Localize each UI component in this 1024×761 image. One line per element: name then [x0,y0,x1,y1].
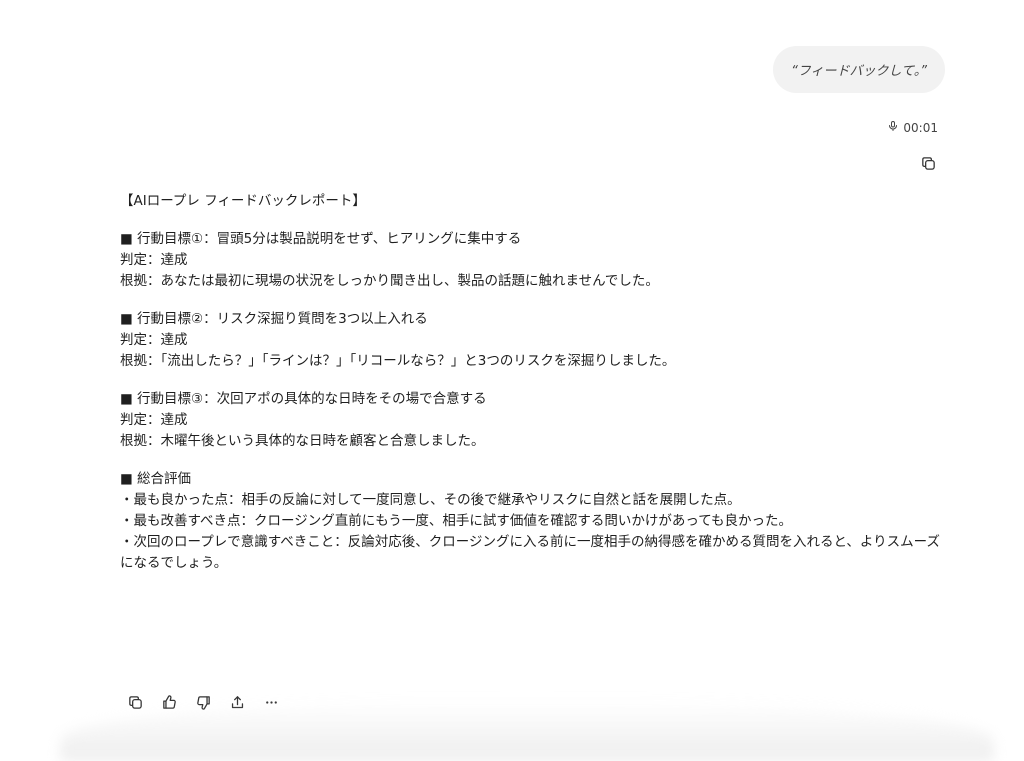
copy-user-message-button[interactable] [918,155,938,175]
goal-verdict: 判定：達成 [120,332,188,348]
report-heading: 【AIロープレ フィードバックレポート】 [120,193,366,209]
summary-improve: ・最も改善すべき点：クロージング直前にもう一度、相手に試す価値を確認する問いかけ… [120,513,793,529]
voice-duration-label: 00:01 [903,120,938,135]
assistant-message: 【AIロープレ フィードバックレポート】 ■ 行動目標①：冒頭5分は製品説明をせ… [120,191,950,574]
goal-3: ■ 行動目標③：次回アポの具体的な日時をその場で合意する 判定：達成 根拠：木曜… [120,389,950,452]
goal-reason: 根拠：「流出したら？」「ラインは？」「リコールなら？」と3つのリスクを深掘りしま… [120,353,676,369]
user-message-text: “フィードバックして。” [791,64,927,79]
goal-title: ■ 行動目標①：冒頭5分は製品説明をせず、ヒアリングに集中する [120,231,522,247]
goal-2: ■ 行動目標②：リスク深掘り質問を3つ以上入れる 判定：達成 根拠：「流出したら… [120,309,950,372]
goal-title: ■ 行動目標②：リスク深掘り質問を3つ以上入れる [120,311,428,327]
thumbs-up-icon [161,694,178,715]
goal-1: ■ 行動目標①：冒頭5分は製品説明をせず、ヒアリングに集中する 判定：達成 根拠… [120,229,950,292]
voice-duration[interactable]: 00:01 [887,120,938,135]
copy-button[interactable] [124,693,146,715]
summary: ■ 総合評価 ・最も良かった点：相手の反論に対して一度同意し、その後で継承やリス… [120,469,950,574]
summary-good: ・最も良かった点：相手の反論に対して一度同意し、その後で継承やリスクに自然と話を… [120,492,741,508]
goal-verdict: 判定：達成 [120,252,188,268]
summary-next: ・次回のロープレで意識すべきこと：反論対応後、クロージングに入る前に一度相手の納… [120,534,940,571]
summary-title: ■ 総合評価 [120,471,192,487]
goal-reason: 根拠：木曜午後という具体的な日時を顧客と合意しました。 [120,433,485,449]
copy-icon [920,155,937,176]
user-message-bubble: “フィードバックして。” [773,46,945,93]
microphone-icon [887,120,899,135]
copy-icon [127,694,144,715]
goal-reason: 根拠：あなたは最初に現場の状況をしっかり聞き出し、製品の話題に触れませんでした。 [120,273,659,289]
goal-title: ■ 行動目標③：次回アポの具体的な日時をその場で合意する [120,391,487,407]
goal-verdict: 判定：達成 [120,412,188,428]
thumbs-up-button[interactable] [158,693,180,715]
